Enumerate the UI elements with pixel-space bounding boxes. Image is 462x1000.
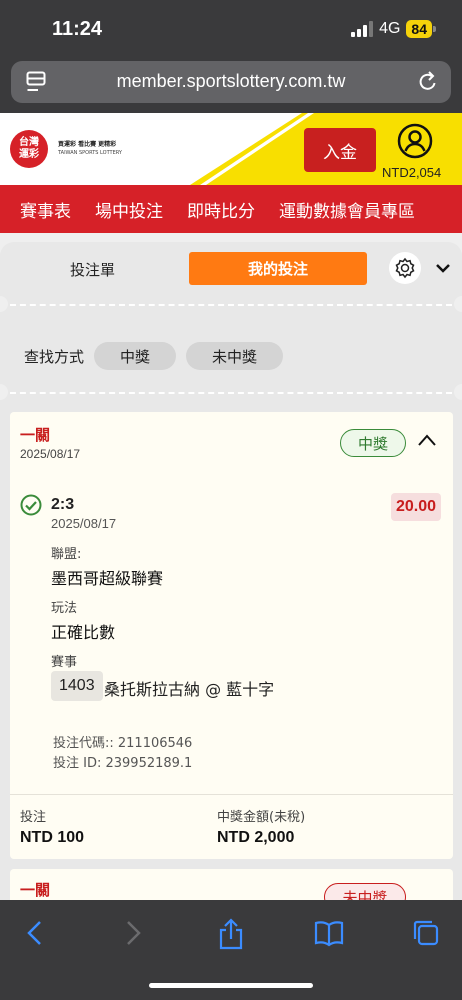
bet-card: 一關 2025/08/17 中獎 2:3 20.00 2025/08/17 聯盟… — [10, 412, 453, 859]
site-logo[interactable]: 台灣 運彩 — [10, 130, 48, 168]
logo-wordmark: 買運彩 看比賽 更精彩 TAIWAN SPORTS LOTTERY — [58, 141, 122, 156]
status-bar: 11:24 4G 84 — [0, 0, 462, 60]
bet-id: 投注 ID: 239952189.1 — [53, 756, 193, 771]
divider — [10, 392, 452, 394]
url-text: member.sportslottery.com.tw — [116, 71, 346, 91]
home-indicator[interactable] — [149, 983, 313, 988]
nav-member-area[interactable]: 會員專區 — [347, 197, 415, 222]
search-filter: 查找方式 中獎 未中獎 — [24, 342, 293, 370]
nav-live-scores[interactable]: 即時比分 — [187, 197, 255, 222]
back-icon[interactable] — [24, 918, 46, 952]
ticket-notch — [0, 296, 8, 312]
account-balance: NTD2,054 — [382, 165, 442, 180]
league-label: 聯盟: — [51, 547, 82, 562]
status-indicators: 4G 84 — [351, 20, 436, 38]
tab-my-bets[interactable]: 我的投注 — [189, 252, 367, 285]
bet-code: 投注代碼:: 211106546 — [53, 736, 193, 751]
deposit-button[interactable]: 入金 — [304, 128, 376, 172]
odds-value: 20.00 — [391, 493, 441, 521]
payout-label: 中獎金額(未稅) — [217, 810, 306, 825]
battery-icon: 84 — [406, 20, 436, 38]
account-icon[interactable] — [397, 123, 433, 163]
status-badge: 中獎 — [340, 429, 406, 457]
bets-panel: 投注單 我的投注 查找方式 中獎 未中獎 一關 2025/08/17 中獎 2:… — [0, 242, 462, 900]
selection: 2:3 — [51, 496, 75, 513]
chevron-down-icon[interactable] — [435, 259, 451, 278]
bookmarks-icon[interactable] — [313, 918, 345, 952]
reload-icon[interactable] — [417, 70, 439, 98]
event-label: 賽事 — [51, 655, 78, 670]
tab-bet-slip[interactable]: 投注單 — [70, 259, 115, 280]
ticket-notch — [454, 384, 462, 400]
share-icon[interactable] — [217, 918, 245, 954]
bet-date: 2025/08/17 — [20, 447, 81, 461]
ticket-notch — [0, 384, 8, 400]
network-type: 4G — [379, 20, 401, 37]
address-bar[interactable]: member.sportslottery.com.tw — [11, 61, 451, 103]
check-circle-icon — [20, 494, 42, 520]
bet-type: 一關 — [20, 881, 51, 899]
nav-sports-data[interactable]: 運動數據 — [279, 197, 347, 222]
main-nav: 賽事表 場中投注 即時比分 運動數據 會員專區 — [0, 185, 462, 233]
bet-type: 一關 — [20, 426, 51, 444]
clock: 11:24 — [52, 18, 103, 40]
filter-won-chip[interactable]: 中獎 — [94, 342, 177, 370]
market-label: 玩法 — [51, 601, 78, 616]
bet-tabs: 投注單 我的投注 — [0, 242, 462, 298]
event-number: 1403 — [51, 671, 103, 701]
stake-label: 投注 — [20, 810, 47, 825]
ticket-notch — [454, 296, 462, 312]
selection-date: 2025/08/17 — [51, 516, 117, 531]
divider — [10, 304, 452, 306]
chevron-up-icon[interactable] — [417, 432, 437, 451]
nav-live-betting[interactable]: 場中投注 — [95, 197, 163, 222]
stake-amount: NTD 100 — [20, 829, 85, 846]
nav-schedule[interactable]: 賽事表 — [20, 197, 71, 222]
web-page: 台灣 運彩 買運彩 看比賽 更精彩 TAIWAN SPORTS LOTTERY … — [0, 113, 462, 900]
event-name: 桑托斯拉古納 @ 藍十字 — [104, 680, 275, 699]
tabs-icon[interactable] — [411, 918, 441, 952]
gear-icon[interactable] — [389, 252, 421, 284]
league-name: 墨西哥超級聯賽 — [51, 569, 164, 588]
bet-card: 一關 未中獎 — [10, 869, 453, 900]
status-badge: 未中獎 — [324, 883, 406, 900]
filter-lost-chip[interactable]: 未中獎 — [186, 342, 284, 370]
market-name: 正確比數 — [51, 623, 116, 642]
divider — [10, 794, 453, 795]
filter-label: 查找方式 — [24, 347, 85, 366]
site-header: 台灣 運彩 買運彩 看比賽 更精彩 TAIWAN SPORTS LOTTERY … — [0, 113, 462, 185]
signal-icon — [351, 21, 374, 37]
forward-icon[interactable] — [122, 918, 144, 952]
payout-amount: NTD 2,000 — [217, 829, 295, 846]
